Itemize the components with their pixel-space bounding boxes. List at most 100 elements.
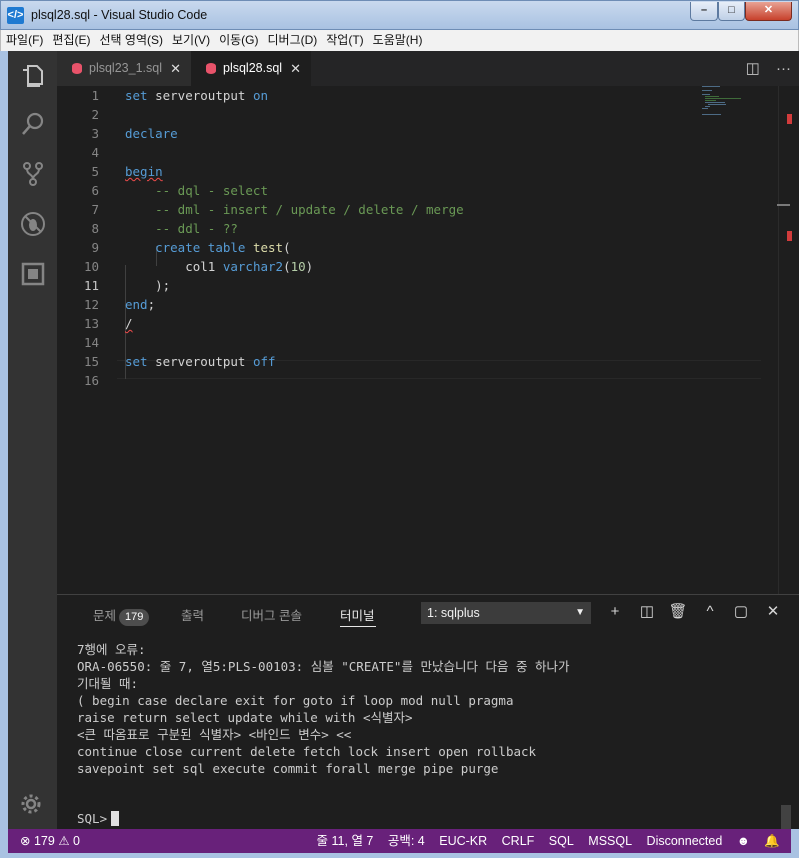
terminal-cursor: [111, 811, 120, 826]
window-frame-left: [0, 51, 8, 858]
terminal-line: <큰 따옴표로 구분된 식별자> <바인드 변수> <<: [77, 727, 352, 742]
line-number: 1: [91, 88, 99, 103]
line-number: 5: [91, 164, 99, 179]
feedback-smiley-icon[interactable]: ☻: [737, 834, 750, 848]
line-number: 14: [83, 335, 99, 350]
tab-label: plsql28.sql: [223, 61, 283, 75]
code-line: 5 begin: [57, 162, 777, 181]
cursor-position[interactable]: 줄 11, 열 7: [317, 834, 374, 848]
problems-status[interactable]: ⊗ 179 ⚠ 0: [20, 829, 80, 853]
active-tab-indicator: [340, 626, 376, 627]
maximize-panel-icon[interactable]: ^: [700, 602, 720, 622]
window-frame-bottom: [0, 853, 799, 858]
menu-edit[interactable]: 편집(E): [47, 30, 94, 51]
error-icon: ⊗: [20, 834, 31, 848]
window-title: plsql28.sql - Visual Studio Code: [31, 8, 208, 22]
database-icon: [206, 63, 216, 74]
code-line: 8 -- ddl - ??: [57, 219, 777, 238]
problems-count-badge: 179: [119, 609, 150, 626]
sql-dialect[interactable]: MSSQL: [588, 834, 632, 848]
split-terminal-icon[interactable]: ◫: [637, 602, 657, 622]
new-terminal-icon[interactable]: +: [605, 602, 625, 622]
menu-bar: 파일(F) 편집(E) 선택 영역(S) 보기(V) 이동(G) 디버그(D) 작업(T) 도…: [0, 30, 799, 51]
code-line: 13/: [57, 314, 777, 333]
menu-debug[interactable]: 디버그(D): [262, 30, 321, 51]
terminal-prompt[interactable]: SQL>: [77, 811, 120, 826]
tab-close-icon[interactable]: ✕: [290, 51, 301, 86]
explorer-icon[interactable]: [20, 63, 46, 89]
prompt-label: SQL>: [77, 811, 108, 826]
toggle-panel-icon[interactable]: ▢: [731, 602, 751, 622]
tab-problems[interactable]: 문제 179: [93, 605, 150, 626]
code-line: 2: [57, 105, 777, 124]
terminal-select[interactable]: 1: sqlplus ▼: [421, 602, 591, 624]
tab-plsql28[interactable]: plsql28.sql ✕: [191, 51, 311, 86]
minimize-button[interactable]: –: [690, 2, 718, 21]
menu-selection[interactable]: 선택 영역(S): [94, 30, 167, 51]
tab-close-icon[interactable]: ✕: [170, 51, 181, 86]
language-mode[interactable]: SQL: [549, 834, 574, 848]
search-icon[interactable]: [20, 111, 46, 137]
chevron-down-icon: ▼: [575, 607, 585, 618]
error-count: 179: [33, 834, 55, 848]
menu-help[interactable]: 도움말(H): [368, 30, 427, 51]
code-line: 7 -- dml - insert / update / delete / me…: [57, 200, 777, 219]
extensions-icon[interactable]: [20, 261, 46, 287]
line-number: 10: [83, 259, 99, 274]
status-right: 줄 11, 열 7 공백: 4 EUC-KR CRLF SQL MSSQL Di…: [317, 829, 791, 853]
line-number: 11: [83, 278, 99, 293]
scrollbar-cursor-mark: [777, 204, 790, 206]
code-line: 14: [57, 333, 777, 352]
more-actions-icon[interactable]: ···: [776, 60, 791, 77]
status-bar: ⊗ 179 ⚠ 0 줄 11, 열 7 공백: 4 EUC-KR CRLF SQ…: [8, 829, 791, 853]
tab-debug-console[interactable]: 디버그 콘솔: [241, 605, 302, 624]
minimap[interactable]: [702, 86, 782, 126]
tab-problems-label: 문제: [93, 609, 117, 623]
trash-icon[interactable]: 🗑: [668, 602, 688, 622]
database-icon: [72, 63, 82, 74]
tab-plsql23-1[interactable]: plsql23_1.sql ✕: [57, 51, 191, 86]
menu-file[interactable]: 파일(F): [1, 30, 47, 51]
terminal-select-value: 1: sqlplus: [427, 606, 480, 620]
line-number: 8: [91, 221, 99, 236]
terminal-scrollbar[interactable]: [781, 805, 791, 829]
terminal-output[interactable]: 7행에 오류: ORA-06550: 줄 7, 열5:PLS-00103: 심볼…: [77, 641, 570, 777]
tab-terminal[interactable]: 터미널: [340, 605, 375, 624]
editor-scrollbar[interactable]: [778, 86, 792, 594]
code-line: 15 set serveroutput off: [57, 352, 777, 371]
menu-go[interactable]: 이동(G): [214, 30, 262, 51]
editor-actions: ◫ ···: [734, 51, 791, 86]
terminal-line: savepoint set sql execute commit forall …: [77, 761, 499, 776]
end-of-line[interactable]: CRLF: [502, 834, 535, 848]
line-number: 4: [91, 145, 99, 160]
line-number: 7: [91, 202, 99, 217]
warning-icon: ⚠: [58, 834, 70, 848]
line-number: 3: [91, 126, 99, 141]
code-editor[interactable]: 1 set serveroutput on 2 3 declare 4 5 begin…: [57, 86, 799, 594]
encoding[interactable]: EUC-KR: [439, 834, 487, 848]
menu-tasks[interactable]: 작업(T): [321, 30, 367, 51]
scrollbar-error-mark: [787, 114, 792, 124]
line-number: 9: [91, 240, 99, 255]
maximize-button[interactable]: □: [718, 2, 745, 21]
terminal-line: raise return select update while with <식…: [77, 710, 413, 725]
code-line: 6 -- dql - select: [57, 181, 777, 200]
notification-bell-icon[interactable]: 🔔: [764, 834, 780, 848]
debug-icon[interactable]: [20, 211, 46, 237]
source-control-icon[interactable]: [20, 161, 46, 187]
terminal-line: continue close current delete fetch lock…: [77, 744, 537, 759]
tab-label: plsql23_1.sql: [89, 61, 162, 75]
code-line: 16: [57, 371, 777, 390]
tab-output[interactable]: 출력: [181, 605, 204, 624]
line-number: 13: [83, 316, 99, 331]
line-number: 6: [91, 183, 99, 198]
close-panel-icon[interactable]: ✕: [763, 602, 783, 622]
menu-view[interactable]: 보기(V): [167, 30, 214, 51]
terminal-line: 기대될 때:: [77, 676, 139, 691]
gear-icon[interactable]: [20, 793, 42, 815]
connection-status[interactable]: Disconnected: [647, 834, 723, 848]
bottom-panel: 문제 179 출력 디버그 콘솔 터미널 1: sqlplus ▼ + ◫ 🗑 ^…: [57, 594, 799, 829]
indentation[interactable]: 공백: 4: [388, 834, 425, 848]
split-editor-icon[interactable]: ◫: [746, 60, 760, 77]
close-window-button[interactable]: ✕: [745, 2, 792, 21]
